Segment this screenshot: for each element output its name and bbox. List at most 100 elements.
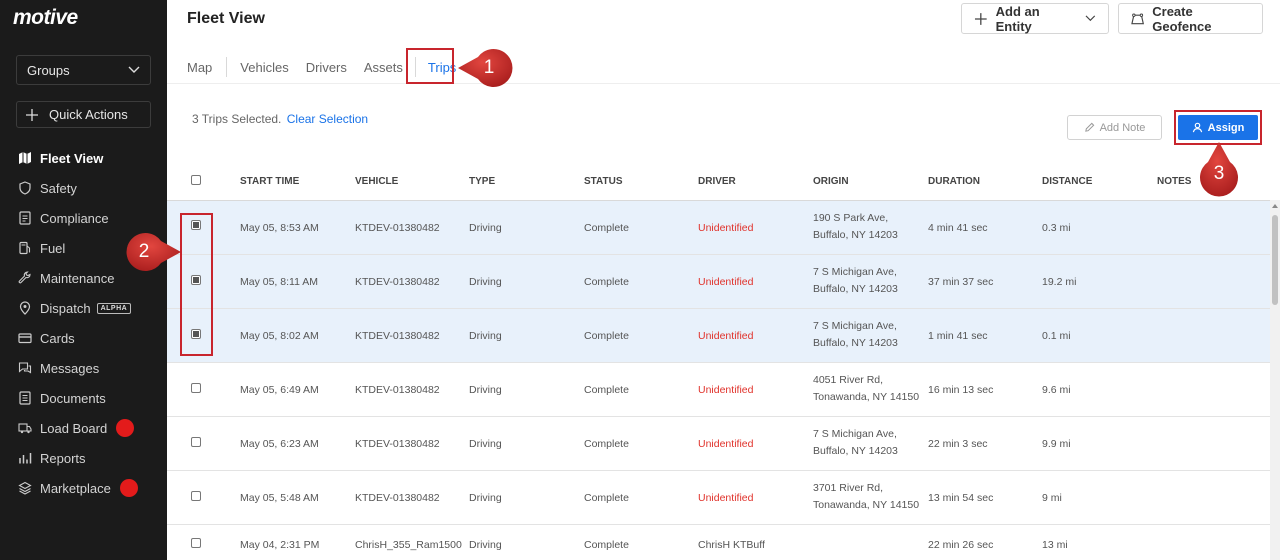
cell-status: Complete bbox=[584, 438, 629, 450]
sidebar-item-label: Cards bbox=[40, 330, 75, 346]
sidebar-item-safety[interactable]: Safety bbox=[0, 173, 167, 203]
fuel-icon bbox=[18, 241, 32, 255]
sidebar-item-label: Safety bbox=[40, 180, 77, 196]
column-header[interactable]: DRIVER bbox=[698, 176, 736, 187]
cell-start-time: May 05, 8:02 AM bbox=[240, 330, 319, 342]
cell-type: Driving bbox=[469, 384, 502, 396]
quick-actions-button[interactable]: Quick Actions bbox=[16, 101, 151, 128]
cell-start-time: May 05, 6:23 AM bbox=[240, 438, 319, 450]
select-all-checkbox[interactable] bbox=[191, 175, 201, 185]
cell-driver[interactable]: Unidentified bbox=[698, 384, 753, 396]
groups-select[interactable]: Groups bbox=[16, 55, 151, 85]
table-row[interactable]: May 05, 6:23 AM KTDEV-01380482 Driving C… bbox=[167, 417, 1270, 471]
cell-duration: 22 min 3 sec bbox=[928, 438, 988, 450]
column-header[interactable]: ORIGIN bbox=[813, 176, 849, 187]
clear-selection-link[interactable]: Clear Selection bbox=[287, 112, 368, 126]
sidebar-item-label: Messages bbox=[40, 360, 100, 376]
column-header[interactable]: DISTANCE bbox=[1042, 176, 1092, 187]
scroll-thumb[interactable] bbox=[1272, 215, 1278, 305]
page-title: Fleet View bbox=[187, 10, 265, 27]
row-checkbox[interactable] bbox=[191, 491, 201, 501]
sidebar-item-reports[interactable]: Reports bbox=[0, 443, 167, 473]
tab-vehicles[interactable]: Vehicles bbox=[240, 60, 288, 75]
origin-city: Buffalo, NY 14203 bbox=[813, 229, 898, 241]
row-checkbox[interactable] bbox=[191, 329, 201, 339]
cell-type: Driving bbox=[469, 222, 502, 234]
cell-driver[interactable]: Unidentified bbox=[698, 222, 753, 234]
cell-origin: 7 S Michigan Ave, Buffalo, NY 14203 bbox=[813, 426, 898, 460]
tab-map[interactable]: Map bbox=[187, 60, 212, 75]
cell-distance: 9.6 mi bbox=[1042, 384, 1071, 396]
tab-trips[interactable]: Trips bbox=[428, 60, 456, 75]
cell-vehicle[interactable]: KTDEV-01380482 bbox=[355, 330, 440, 342]
table-row[interactable]: May 05, 8:11 AM KTDEV-01380482 Driving C… bbox=[167, 255, 1270, 309]
cell-driver[interactable]: Unidentified bbox=[698, 492, 753, 504]
column-header[interactable]: START TIME bbox=[240, 176, 299, 187]
cell-vehicle[interactable]: KTDEV-01380482 bbox=[355, 222, 440, 234]
origin-street: 7 S Michigan Ave, bbox=[813, 320, 897, 332]
cell-vehicle[interactable]: KTDEV-01380482 bbox=[355, 276, 440, 288]
table-row[interactable]: May 05, 5:48 AM KTDEV-01380482 Driving C… bbox=[167, 471, 1270, 525]
table-row[interactable]: May 05, 8:53 AM KTDEV-01380482 Driving C… bbox=[167, 201, 1270, 255]
cell-type: Driving bbox=[469, 438, 502, 450]
table-row[interactable]: May 05, 8:02 AM KTDEV-01380482 Driving C… bbox=[167, 309, 1270, 363]
origin-street: 4051 River Rd, bbox=[813, 374, 884, 386]
table-row[interactable]: May 05, 6:49 AM KTDEV-01380482 Driving C… bbox=[167, 363, 1270, 417]
origin-city: Tonawanda, NY 14150 bbox=[813, 499, 920, 511]
tab-divider bbox=[414, 57, 416, 77]
sidebar-item-fuel[interactable]: Fuel bbox=[0, 233, 167, 263]
table-row[interactable]: May 04, 2:31 PM ChrisH_355_Ram1500 Drivi… bbox=[167, 526, 1270, 560]
sidebar-item-fleet-view[interactable]: Fleet View bbox=[0, 143, 167, 173]
row-checkbox[interactable] bbox=[191, 437, 201, 447]
sidebar-item-load-board[interactable]: Load Board bbox=[0, 413, 167, 443]
cell-driver[interactable]: Unidentified bbox=[698, 438, 753, 450]
cell-vehicle[interactable]: KTDEV-01380482 bbox=[355, 438, 440, 450]
cell-driver[interactable]: ChrisH KTBuff bbox=[698, 539, 765, 551]
cell-distance: 0.3 mi bbox=[1042, 222, 1071, 234]
cell-vehicle[interactable]: KTDEV-01380482 bbox=[355, 384, 440, 396]
card-icon bbox=[18, 331, 32, 345]
pencil-icon bbox=[1084, 122, 1094, 132]
sidebar-item-label: Documents bbox=[40, 390, 106, 406]
cell-start-time: May 05, 6:49 AM bbox=[240, 384, 319, 396]
plus-icon bbox=[26, 108, 38, 121]
sidebar-item-documents[interactable]: Documents bbox=[0, 383, 167, 413]
cell-vehicle[interactable]: KTDEV-01380482 bbox=[355, 492, 440, 504]
sidebar: motive Groups Quick Actions Fleet View S… bbox=[0, 0, 167, 560]
scroll-up-arrow-icon[interactable] bbox=[1272, 204, 1278, 208]
origin-city: Buffalo, NY 14203 bbox=[813, 337, 898, 349]
add-entity-button[interactable]: Add an Entity bbox=[961, 3, 1109, 34]
sidebar-item-cards[interactable]: Cards bbox=[0, 323, 167, 353]
cell-origin: 7 S Michigan Ave, Buffalo, NY 14203 bbox=[813, 318, 898, 352]
cell-duration: 37 min 37 sec bbox=[928, 276, 994, 288]
column-header[interactable]: NOTES bbox=[1157, 176, 1191, 187]
cell-vehicle[interactable]: ChrisH_355_Ram1500 bbox=[355, 539, 462, 551]
cell-driver[interactable]: Unidentified bbox=[698, 276, 753, 288]
assign-button[interactable]: Assign bbox=[1178, 115, 1258, 140]
column-header[interactable]: STATUS bbox=[584, 176, 623, 187]
column-header[interactable]: TYPE bbox=[469, 176, 495, 187]
sidebar-item-maintenance[interactable]: Maintenance bbox=[0, 263, 167, 293]
tab-drivers[interactable]: Drivers bbox=[306, 60, 347, 75]
table-scrollbar[interactable] bbox=[1270, 200, 1280, 560]
add-entity-label: Add an Entity bbox=[995, 3, 1040, 34]
cell-distance: 9 mi bbox=[1042, 492, 1062, 504]
app-root: motive Groups Quick Actions Fleet View S… bbox=[0, 0, 1280, 560]
row-checkbox[interactable] bbox=[191, 538, 201, 548]
sidebar-item-compliance[interactable]: Compliance bbox=[0, 203, 167, 233]
sidebar-item-dispatch[interactable]: Dispatch ALPHA bbox=[0, 293, 167, 323]
cell-driver[interactable]: Unidentified bbox=[698, 330, 753, 342]
row-checkbox[interactable] bbox=[191, 383, 201, 393]
tab-assets[interactable]: Assets bbox=[364, 60, 403, 75]
row-checkbox[interactable] bbox=[191, 275, 201, 285]
column-header[interactable]: DURATION bbox=[928, 176, 980, 187]
create-geofence-button[interactable]: Create Geofence bbox=[1118, 3, 1263, 34]
sidebar-item-label: Marketplace bbox=[40, 480, 111, 496]
motive-logo[interactable]: motive bbox=[13, 6, 78, 30]
column-header[interactable]: VEHICLE bbox=[355, 176, 398, 187]
add-note-button[interactable]: Add Note bbox=[1067, 115, 1162, 140]
sidebar-item-marketplace[interactable]: Marketplace bbox=[0, 473, 167, 503]
row-checkbox[interactable] bbox=[191, 220, 201, 230]
sidebar-item-messages[interactable]: Messages bbox=[0, 353, 167, 383]
sidebar-item-label: Reports bbox=[40, 450, 86, 466]
